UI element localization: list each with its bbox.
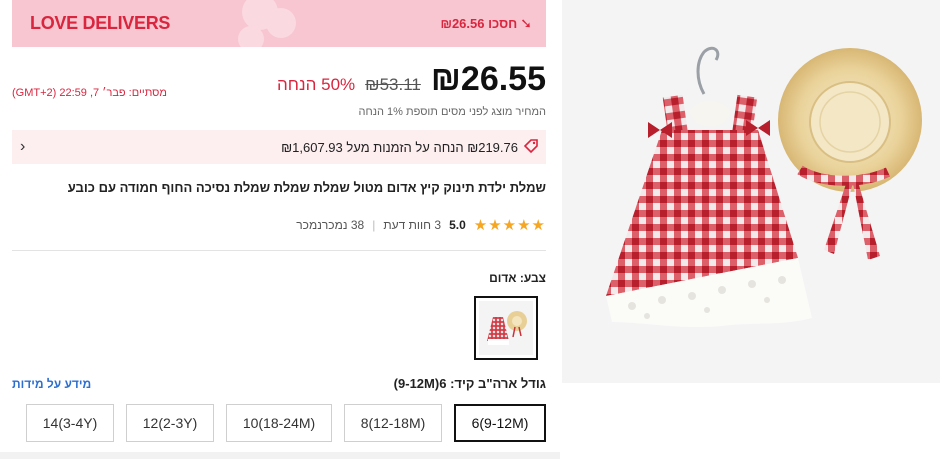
size-option[interactable]: 6(9-12M)	[454, 404, 546, 442]
review-count[interactable]: 3 חוות דעת	[383, 218, 441, 232]
product-photo-illustration	[606, 46, 922, 328]
divider: |	[372, 218, 376, 232]
heart-decoration	[238, 26, 264, 47]
product-image[interactable]	[562, 0, 940, 383]
star-rating-icon: ★★★★★	[473, 217, 546, 234]
size-label: גודל ארה"ב קיד: 6(9-12M)	[393, 376, 546, 391]
bottom-edge	[0, 452, 560, 459]
arrow-down-icon: ➘	[520, 15, 532, 31]
sold-count: 38 נמכרנמכר	[296, 218, 365, 232]
price-row: ₪26.55 ₪53.11 50% הנחה	[277, 60, 546, 100]
promo-save-text: ➘ חסכו ₪26.56	[440, 15, 532, 32]
size-option[interactable]: 12(2-3Y)	[126, 404, 214, 442]
coupon-tag-icon	[523, 138, 538, 156]
size-option[interactable]: 10(18-24M)	[226, 404, 332, 442]
rating-score: 5.0	[449, 218, 466, 232]
swatch-thumbnail	[479, 301, 533, 355]
color-swatch-red[interactable]	[474, 296, 538, 360]
sale-countdown: מסתיים: פבר׳ 7, 22:59 (GMT+2)	[12, 87, 167, 99]
current-price: ₪26.55	[430, 60, 546, 98]
promo-save-label: חסכו ₪26.56	[440, 16, 518, 31]
tax-note: המחיר מוצג לפני מסים תוספת 1% הנחה	[358, 106, 546, 118]
section-divider	[12, 250, 546, 251]
product-info-panel: LOVE DELIVERS ➘ חסכו ₪26.56 ₪26.55 ₪53.1…	[0, 0, 560, 459]
color-label: צבע: אדום	[489, 271, 546, 285]
heart-decoration	[266, 8, 296, 38]
promo-logo: LOVE DELIVERS	[30, 13, 171, 33]
product-title: שמלת ילדת תינוק קיץ אדום מטול שמלת שמלת …	[67, 180, 546, 195]
size-option[interactable]: 8(12-18M)	[344, 404, 442, 442]
size-options: 6(9-12M) 8(12-18M) 10(18-24M) 12(2-3Y) 1…	[22, 404, 546, 442]
size-info-link[interactable]: מידע על מידות	[12, 377, 91, 391]
rating-row[interactable]: ★★★★★ 5.0 3 חוות דעת | 38 נמכרנמכר	[296, 216, 546, 234]
size-option[interactable]: 14(3-4Y)	[26, 404, 114, 442]
coupon-banner[interactable]: ₪219.76 הנחה על הזמנות מעל ₪1,607.93 ‹	[12, 130, 546, 164]
chevron-left-icon[interactable]: ‹	[20, 138, 25, 156]
discount-label: 50% הנחה	[277, 75, 356, 94]
original-price: ₪53.11	[365, 75, 421, 94]
promo-banner[interactable]: LOVE DELIVERS ➘ חסכו ₪26.56	[12, 0, 546, 47]
coupon-text: ₪219.76 הנחה על הזמנות מעל ₪1,607.93	[281, 139, 518, 155]
